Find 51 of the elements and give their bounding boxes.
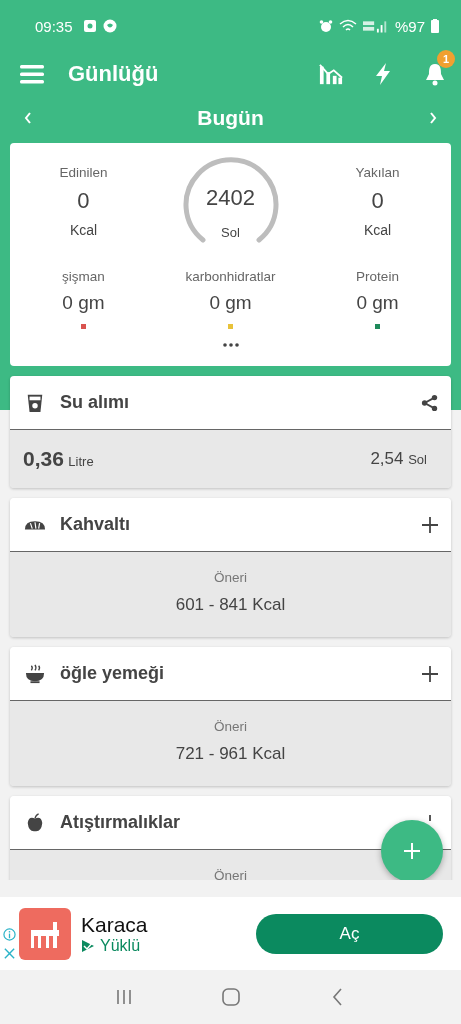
- bowl-icon: [24, 663, 46, 684]
- app-name: Karaca: [81, 912, 148, 937]
- date-label: Bugün: [197, 105, 264, 130]
- install-status: Yüklü: [100, 936, 141, 955]
- suggestion-label: Öneri: [214, 868, 247, 880]
- card-title: öğle yemeği: [60, 663, 165, 684]
- macro-label: şişman: [62, 269, 105, 284]
- more-icon[interactable]: [222, 343, 239, 347]
- app-logo: [19, 907, 71, 960]
- notification-badge: 1: [437, 49, 455, 68]
- suggestion-value: 721 - 961 Kcal: [175, 744, 286, 764]
- open-button[interactable]: Aç: [256, 913, 443, 954]
- chart-icon[interactable]: [319, 61, 343, 86]
- next-day-icon[interactable]: [429, 110, 437, 125]
- macro-label: Protein: [356, 269, 399, 284]
- gallery-icon: [82, 19, 97, 33]
- macro-value: 0 gm: [209, 292, 252, 314]
- suggestion-value: 601 - 841 Kcal: [175, 595, 286, 615]
- card-title: Atıştırmalıklar: [60, 812, 181, 833]
- stat-label: Edinilen: [59, 165, 108, 180]
- stat-label: Yakılan: [355, 165, 400, 180]
- previous-day-icon[interactable]: [24, 110, 32, 125]
- wifi-icon: [338, 19, 357, 33]
- remaining-label: Sol: [221, 225, 240, 240]
- card-title: Su alımı: [60, 392, 130, 413]
- macro-label: karbonhidratlar: [185, 269, 276, 284]
- home-icon[interactable]: [220, 987, 241, 1007]
- battery-icon: [431, 19, 439, 33]
- screen-title: Günlüğü: [68, 60, 159, 87]
- suggestion-label: Öneri: [214, 570, 247, 585]
- alarm-icon: [318, 19, 333, 33]
- stat-unit: Kcal: [69, 222, 98, 238]
- water-remaining: 2,54 Sol: [370, 449, 427, 469]
- stat-unit: Kcal: [363, 222, 392, 238]
- menu-icon[interactable]: [20, 63, 44, 84]
- battery-level: %97: [394, 17, 425, 35]
- play-store-icon: [81, 938, 95, 953]
- remaining-value: 2402: [206, 185, 255, 211]
- info-icon[interactable]: [3, 927, 16, 941]
- macro-value: 0 gm: [62, 292, 105, 314]
- suggestion-label: Öneri: [214, 719, 247, 734]
- bell-icon[interactable]: [423, 61, 447, 86]
- close-icon[interactable]: [3, 946, 16, 960]
- card-title: Kahvaltı: [60, 514, 131, 535]
- stat-value: 0: [371, 188, 384, 214]
- signal-icon: [362, 19, 389, 33]
- water-amount: 0,36 Litre: [23, 447, 94, 471]
- stat-value: 0: [77, 188, 90, 214]
- status-time: 09:35: [35, 17, 73, 35]
- share-icon[interactable]: [421, 393, 439, 412]
- macro-value: 0 gm: [356, 292, 399, 314]
